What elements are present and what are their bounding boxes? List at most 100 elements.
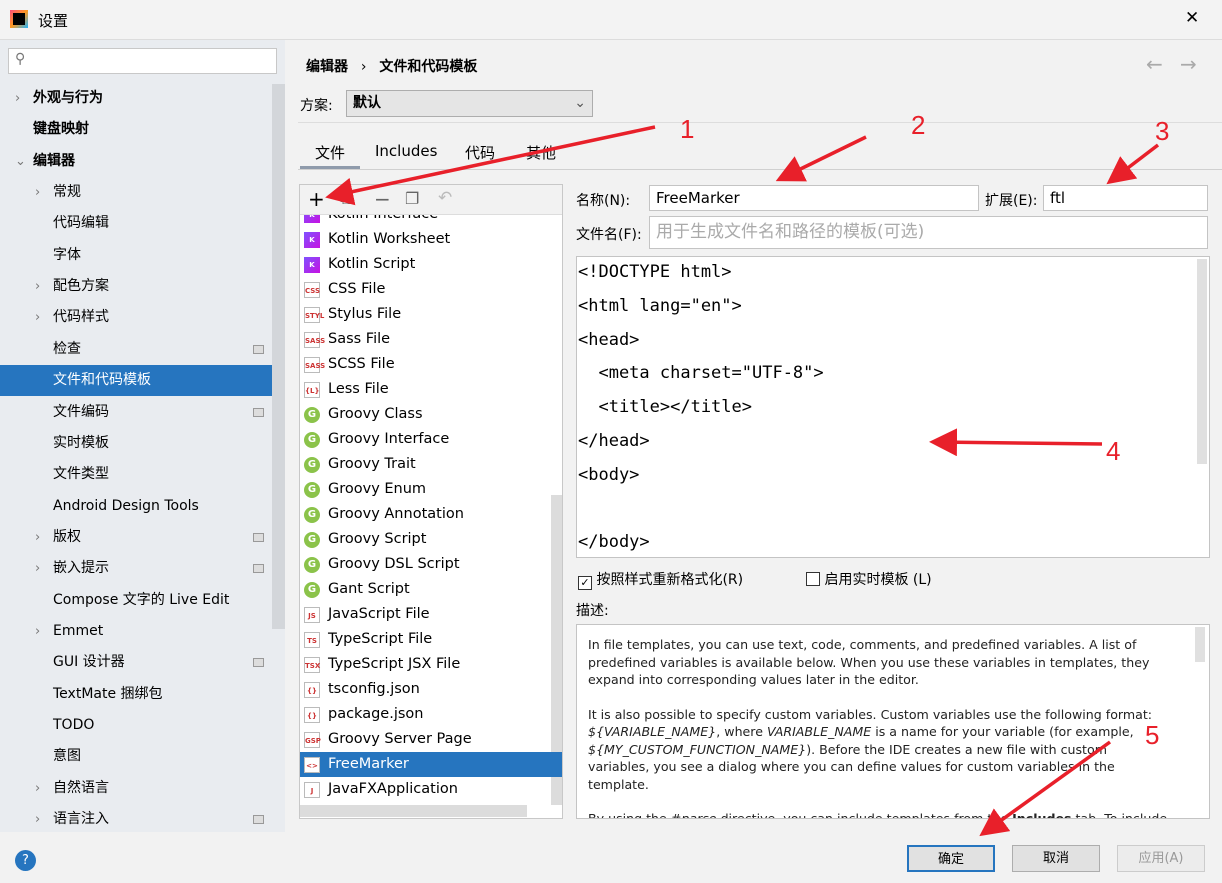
template-list-item[interactable]: GSP Groovy Server Page <box>300 727 550 752</box>
list-hscrollbar[interactable] <box>300 805 527 817</box>
template-name: Groovy Server Page <box>328 731 472 747</box>
template-list-item[interactable]: G Groovy Trait <box>300 452 550 477</box>
template-list-item[interactable]: {} package.json <box>300 702 550 727</box>
apply-button[interactable]: 应用(A) <box>1117 845 1205 872</box>
reformat-checkbox[interactable]: ✓ 按照样式重新格式化(R) <box>578 569 743 590</box>
sidebar-item[interactable]: 文件类型 <box>0 459 272 490</box>
sidebar-item[interactable]: › 代码样式 <box>0 302 272 333</box>
template-list-item[interactable]: J JavaFXApplication <box>300 777 550 802</box>
sidebar-item[interactable]: 字体 <box>0 240 272 271</box>
sidebar-item[interactable]: 意图 <box>0 741 272 772</box>
filename-input[interactable]: 用于生成文件名和路径的模板(可选) <box>649 216 1208 249</box>
code-line: <body> <box>578 464 640 485</box>
chevron-icon[interactable]: › <box>35 553 40 584</box>
sidebar-item-label: 文件编码 <box>53 403 109 420</box>
forward-arrow-icon[interactable]: → <box>1180 52 1197 76</box>
template-list-item[interactable]: K Kotlin Worksheet <box>300 227 550 252</box>
sidebar-item[interactable]: 文件编码 <box>0 397 272 428</box>
sidebar-item[interactable]: › 配色方案 <box>0 271 272 302</box>
scheme-select[interactable]: 默认 ⌄ <box>346 90 593 117</box>
sidebar-item[interactable]: › 自然语言 <box>0 773 272 804</box>
template-list-item[interactable]: CSS CSS File <box>300 277 550 302</box>
close-button[interactable]: ✕ <box>1185 8 1199 28</box>
sidebar-item[interactable]: 代码编辑 <box>0 208 272 239</box>
tab-other[interactable]: 其他 <box>526 142 556 163</box>
chevron-icon[interactable]: › <box>15 83 20 114</box>
sidebar-item[interactable]: › 外观与行为 <box>0 83 272 114</box>
reset-button[interactable]: ↶ <box>438 188 452 208</box>
template-name: Groovy Trait <box>328 456 416 472</box>
sidebar-item[interactable]: › 嵌入提示 <box>0 553 272 584</box>
chevron-icon[interactable]: › <box>35 271 40 302</box>
template-list-item[interactable]: JS JavaScript File <box>300 602 550 627</box>
sidebar-item[interactable]: Compose 文字的 Live Edit <box>0 585 272 616</box>
sidebar-item[interactable]: ⌄ 编辑器 <box>0 146 272 177</box>
template-list-item[interactable]: K Kotlin Script <box>300 252 550 277</box>
template-list-item[interactable]: <> FreeMarker <box>300 752 562 777</box>
editor-scrollbar[interactable] <box>1197 259 1207 464</box>
project-settings-icon <box>253 815 264 825</box>
ok-button[interactable]: 确定 <box>907 845 995 872</box>
code-line: <html lang="en"> <box>578 295 742 316</box>
sidebar-item-label: 检查 <box>53 340 81 357</box>
project-settings-icon <box>253 407 264 417</box>
template-list-item[interactable]: G Groovy Enum <box>300 477 550 502</box>
template-list-item[interactable]: TS TypeScript File <box>300 627 550 652</box>
chevron-icon[interactable]: › <box>35 804 40 835</box>
add-template-button[interactable]: + <box>308 187 325 211</box>
sidebar-item[interactable]: › Emmet <box>0 616 272 647</box>
extension-input[interactable]: ftl <box>1043 185 1208 211</box>
file-type-icon: STYL <box>304 307 324 323</box>
sidebar-item[interactable]: Android Design Tools <box>0 491 272 522</box>
sidebar-item[interactable]: › 常规 <box>0 177 272 208</box>
sidebar-item[interactable]: › 版权 <box>0 522 272 553</box>
sidebar-item[interactable]: TextMate 捆绑包 <box>0 679 272 710</box>
chevron-icon[interactable]: ⌄ <box>15 146 26 177</box>
live-template-checkbox[interactable]: 启用实时模板 (L) <box>806 569 932 589</box>
template-list-item[interactable]: {L} Less File <box>300 377 550 402</box>
chevron-icon[interactable]: › <box>35 522 40 553</box>
sidebar-item[interactable]: 实时模板 <box>0 428 272 459</box>
template-list-item[interactable]: {} tsconfig.json <box>300 677 550 702</box>
template-list-item[interactable]: G Gant Script <box>300 577 550 602</box>
template-list-item[interactable]: G Groovy DSL Script <box>300 552 550 577</box>
template-list-item[interactable]: TSX TypeScript JSX File <box>300 652 550 677</box>
template-list-item[interactable]: SASS Sass File <box>300 327 550 352</box>
sidebar-item[interactable]: 检查 <box>0 334 272 365</box>
back-arrow-icon[interactable]: ← <box>1146 52 1163 76</box>
cancel-button[interactable]: 取消 <box>1012 845 1100 872</box>
template-list-item[interactable]: G Groovy Class <box>300 402 550 427</box>
help-button[interactable]: ? <box>15 850 36 871</box>
breadcrumb-parent[interactable]: 编辑器 <box>306 59 348 75</box>
title-bar: 设置 ✕ <box>0 0 1222 40</box>
chevron-icon[interactable]: › <box>35 177 40 208</box>
chevron-icon[interactable]: › <box>35 302 40 333</box>
sidebar-item[interactable]: GUI 设计器 <box>0 647 272 678</box>
template-list-item[interactable]: G Groovy Interface <box>300 427 550 452</box>
tab-code[interactable]: 代码 <box>465 142 495 163</box>
code-line: <head> <box>578 329 640 350</box>
copy-template-button[interactable]: ❐ <box>405 189 419 208</box>
search-input[interactable]: ⚲ <box>8 48 277 74</box>
template-list-item[interactable]: G Groovy Script <box>300 527 550 552</box>
tab-includes[interactable]: Includes <box>375 142 437 160</box>
sidebar-item[interactable]: 键盘映射 <box>0 114 272 145</box>
breadcrumb: 编辑器 › 文件和代码模板 <box>306 56 477 76</box>
template-list-item[interactable]: G Groovy Annotation <box>300 502 550 527</box>
chevron-icon[interactable]: › <box>35 773 40 804</box>
chevron-icon[interactable]: › <box>35 616 40 647</box>
sidebar-scrollbar[interactable] <box>272 84 285 629</box>
create-child-button[interactable]: ⧉ <box>340 189 351 209</box>
sidebar-item[interactable]: › 语言注入 <box>0 804 272 835</box>
sidebar-item[interactable]: 文件和代码模板 <box>0 365 272 397</box>
name-input[interactable]: FreeMarker <box>649 185 979 211</box>
tab-files[interactable]: 文件 <box>315 142 345 163</box>
template-list-item[interactable]: SASS SCSS File <box>300 352 550 377</box>
template-name: Groovy Enum <box>328 481 427 497</box>
template-list-item[interactable]: STYL Stylus File <box>300 302 550 327</box>
description-scrollbar[interactable] <box>1195 627 1205 662</box>
file-type-icon: G <box>304 432 320 448</box>
sidebar-item[interactable]: TODO <box>0 710 272 741</box>
file-type-icon: G <box>304 457 320 473</box>
remove-template-button[interactable]: − <box>374 187 391 211</box>
